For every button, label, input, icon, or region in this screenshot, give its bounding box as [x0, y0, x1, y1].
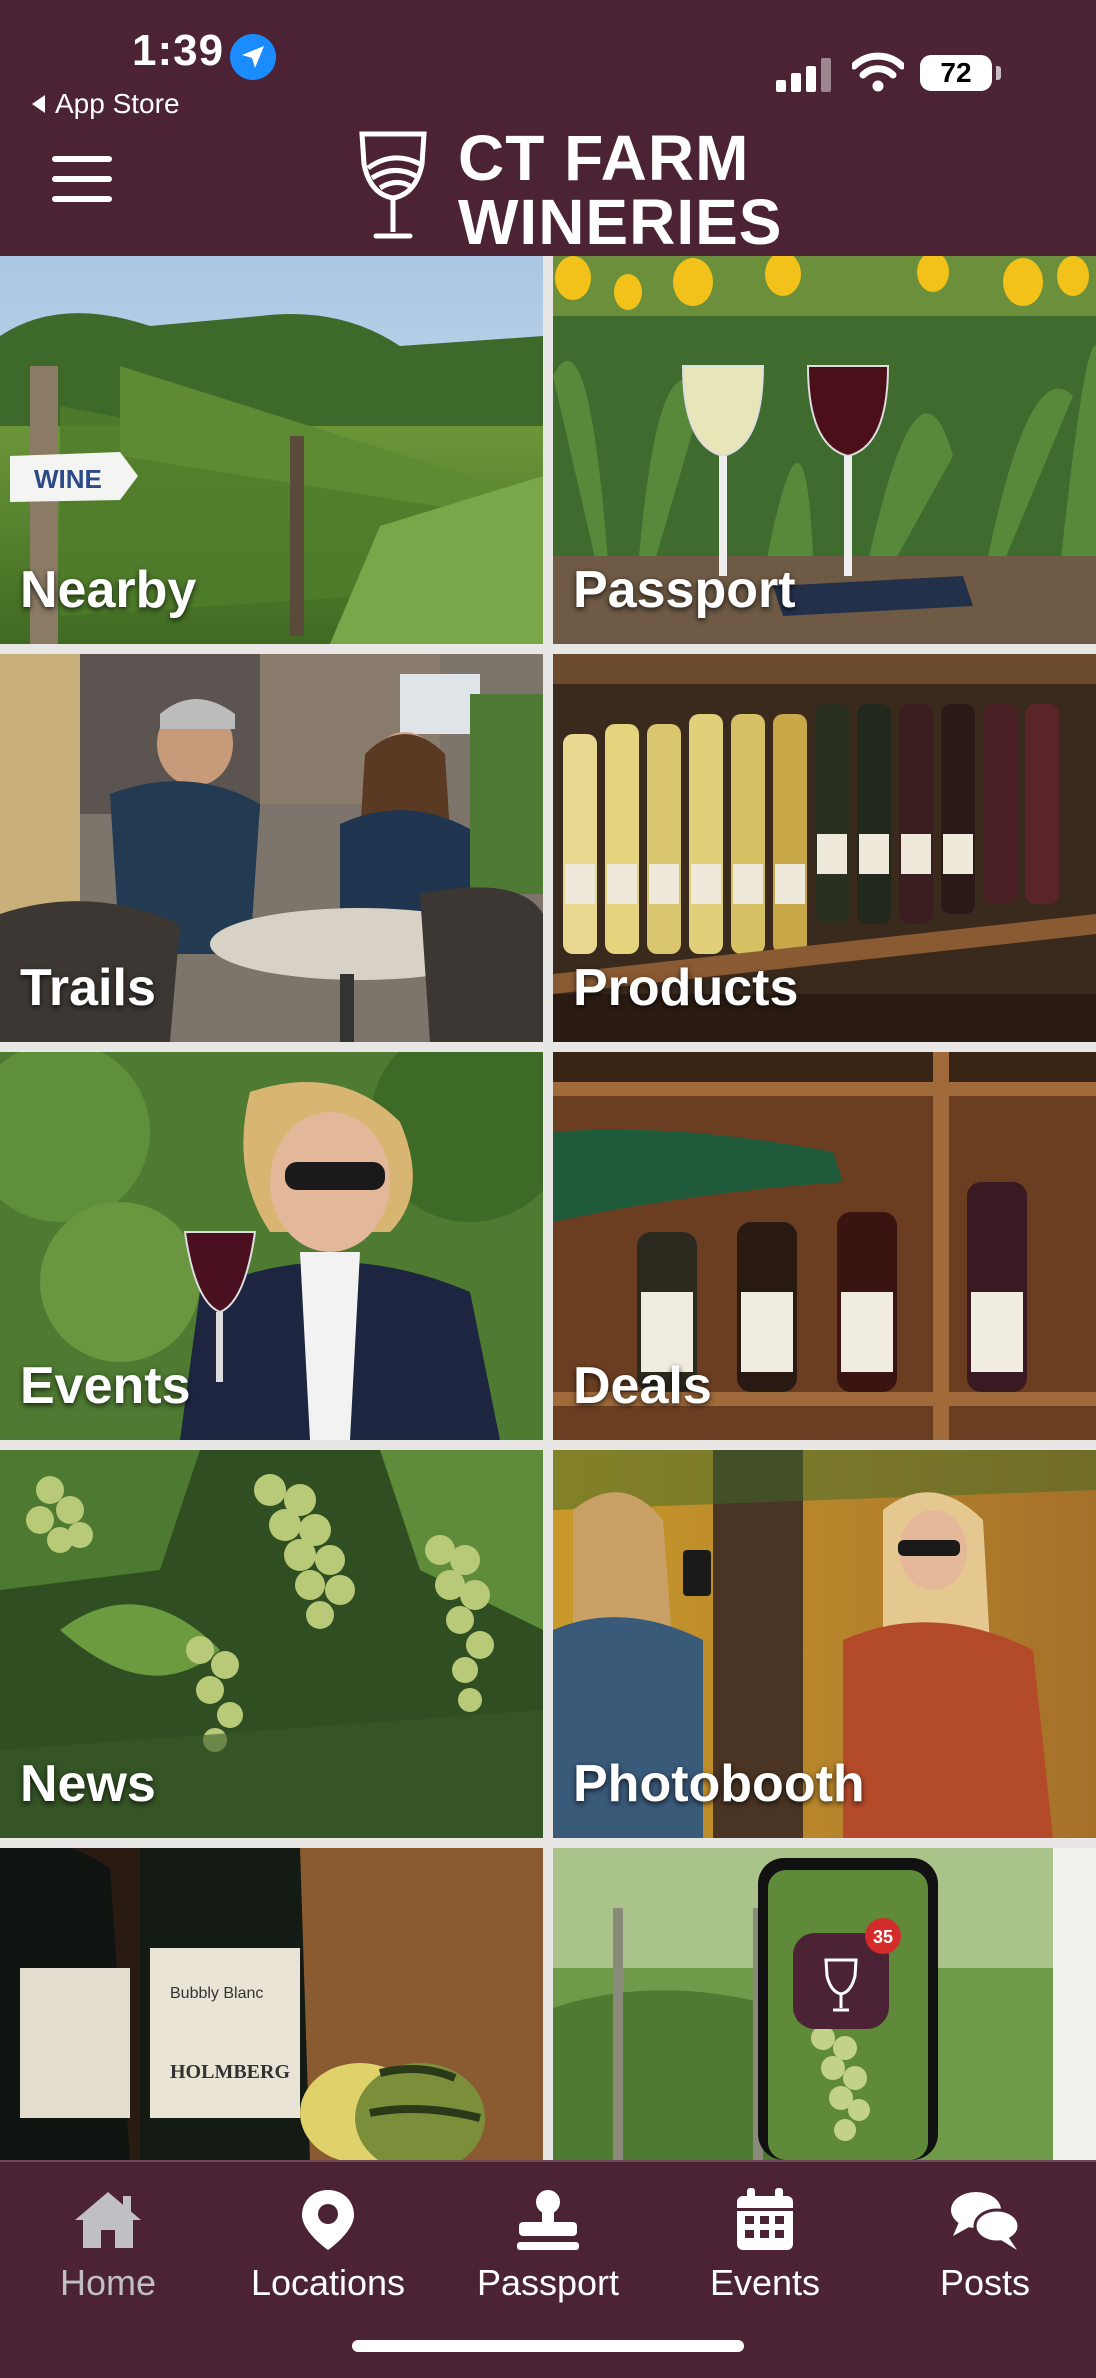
- tab-label: Posts: [939, 2262, 1031, 2303]
- menu-line-icon: [52, 196, 112, 202]
- bubbly-blanc-bottles-photo: Bubbly Blanc HOLMBERG: [0, 1848, 543, 2160]
- tile-deals[interactable]: Deals: [553, 1052, 1096, 1440]
- tile-label: Nearby: [20, 561, 197, 619]
- back-to-app-store[interactable]: App Store: [32, 88, 180, 120]
- app-header: CT FARM WINERIES: [0, 120, 1096, 256]
- back-app-label: App Store: [55, 88, 180, 119]
- tile-news[interactable]: News: [0, 1450, 543, 1838]
- map-pin-icon: [302, 2190, 354, 2250]
- cell-signal-icon: [776, 58, 831, 92]
- tab-events[interactable]: Events: [665, 2188, 865, 2304]
- wifi-icon: [852, 52, 904, 92]
- battery-indicator: 72: [920, 55, 1001, 91]
- tile-passport[interactable]: Passport: [553, 256, 1096, 644]
- tab-posts[interactable]: Posts: [885, 2188, 1085, 2304]
- tile-label: Deals: [573, 1357, 712, 1415]
- logo-line-1: CT FARM: [458, 122, 750, 194]
- phone-in-vineyard-photo: 35: [553, 1848, 1096, 2160]
- tile-photobooth[interactable]: Photobooth: [553, 1450, 1096, 1838]
- bottle-label-text: Bubbly Blanc: [170, 1985, 263, 2002]
- wine-glass-logo-icon: [359, 131, 427, 239]
- tile-app-promo[interactable]: 35: [553, 1848, 1096, 2160]
- location-arrow-icon: [230, 34, 276, 80]
- hamburger-menu-button[interactable]: [52, 156, 112, 206]
- home-indicator: [352, 2340, 744, 2352]
- menu-line-icon: [52, 176, 112, 182]
- tab-home[interactable]: Home: [8, 2188, 208, 2304]
- chat-bubbles-icon: [951, 2192, 1021, 2250]
- tile-label: Events: [20, 1357, 191, 1415]
- tile-label: News: [20, 1755, 156, 1813]
- bottle-brand-text: HOLMBERG: [170, 2061, 290, 2083]
- tab-locations[interactable]: Locations: [228, 2188, 428, 2304]
- tab-label: Home: [59, 2262, 157, 2303]
- app-logo-text: CT FARM WINERIES: [458, 126, 782, 254]
- home-icon: [75, 2192, 141, 2248]
- tab-label: Passport: [476, 2262, 620, 2303]
- tile-nearby[interactable]: WINE Nearby: [0, 256, 543, 644]
- status-bar: 1:39 App Store 72: [0, 0, 1096, 120]
- menu-line-icon: [52, 156, 112, 162]
- tile-featured-bottles[interactable]: Bubbly Blanc HOLMBERG: [0, 1848, 543, 2160]
- notification-badge: 35: [873, 1927, 893, 1947]
- tile-trails[interactable]: Trails: [0, 654, 543, 1042]
- tile-label: Trails: [20, 959, 156, 1017]
- tab-label: Events: [709, 2262, 821, 2303]
- tile-products[interactable]: Products: [553, 654, 1096, 1042]
- stamp-icon: [517, 2190, 579, 2250]
- tab-passport[interactable]: Passport: [448, 2188, 648, 2304]
- feature-grid: WINE Nearby Passport Trails Products Eve…: [0, 256, 1096, 2160]
- logo-line-2: WINERIES: [458, 186, 783, 258]
- tab-label: Locations: [250, 2262, 406, 2303]
- vineyard-sign-text: WINE: [34, 464, 102, 494]
- status-time: 1:39: [132, 26, 225, 75]
- tile-events[interactable]: Events: [0, 1052, 543, 1440]
- tile-label: Products: [573, 959, 799, 1017]
- tile-label: Passport: [573, 561, 796, 619]
- calendar-icon: [737, 2188, 793, 2250]
- back-arrow-icon: [32, 95, 45, 113]
- tile-label: Photobooth: [573, 1755, 865, 1813]
